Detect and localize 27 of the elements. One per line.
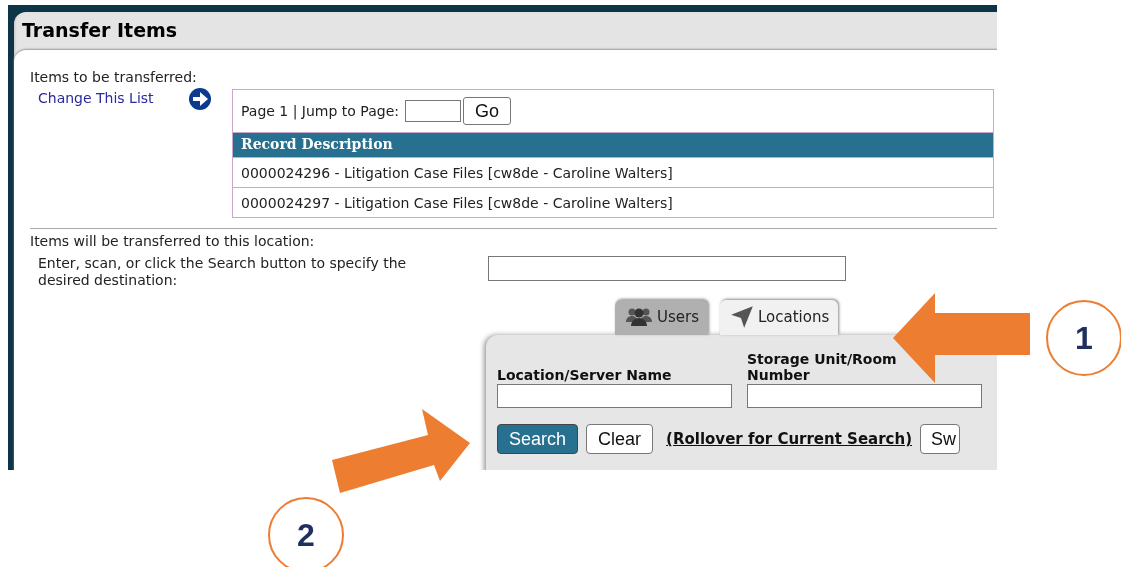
arrow-circle-icon <box>188 87 212 111</box>
tab[interactable]: Users <box>615 300 708 335</box>
input-field[interactable] <box>747 384 982 408</box>
clear-button[interactable]: Clear <box>586 424 654 454</box>
step-number: 1 <box>1046 300 1121 376</box>
field-label: Location/Server Name <box>497 366 673 383</box>
section-label: Items will be transferred to this location: <box>30 232 316 251</box>
table-cell: 0000024297 - Litigation Case Files [cw8de - Caroline Walters] <box>233 187 993 217</box>
users-icon <box>624 306 654 327</box>
rollover-link[interactable]: (Rollover for Current Search) <box>666 430 913 448</box>
tab[interactable]: Locations <box>720 300 839 335</box>
input-field[interactable] <box>497 384 732 408</box>
destination-field[interactable] <box>488 256 846 281</box>
cut-button[interactable]: Sw <box>920 424 961 454</box>
step-number: 2 <box>268 497 344 567</box>
page-input[interactable] <box>404 100 461 122</box>
table-cell: 0000024296 - Litigation Case Files [cw8de - Caroline Walters] <box>233 157 993 187</box>
field-label: Storage Unit/Room Number <box>747 350 898 383</box>
go-button[interactable]: Go <box>462 97 511 125</box>
navigation-arrow-icon <box>729 303 755 330</box>
column-header: Record Description <box>233 133 993 157</box>
section-label: Items to be transferred: <box>30 68 198 87</box>
pager-text: Page 1 | Jump to Page: <box>241 103 399 119</box>
search-button[interactable]: Search <box>497 424 579 454</box>
destination-prompt: Enter, scan, or click the Search button to specify the desired destination: <box>38 255 408 289</box>
change-list-link[interactable]: Change This List <box>38 89 154 107</box>
window-title: Transfer Items <box>21 18 179 43</box>
